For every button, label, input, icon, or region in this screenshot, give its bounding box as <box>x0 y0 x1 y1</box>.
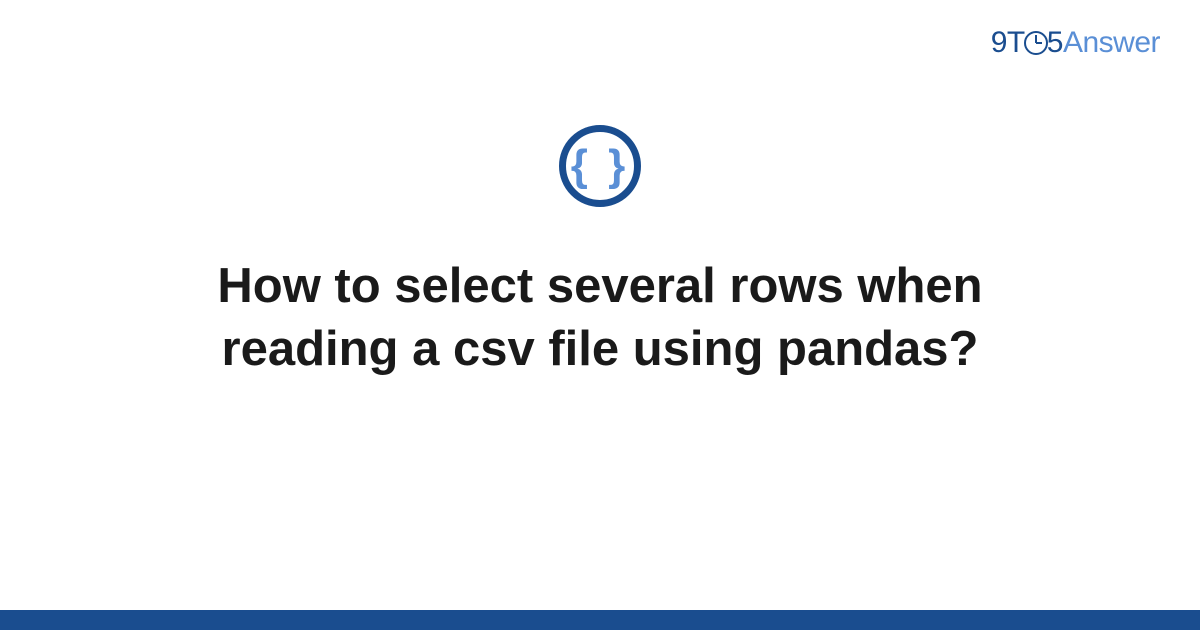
clock-icon <box>1024 31 1048 55</box>
logo-9t: 9T <box>991 26 1025 59</box>
question-title: How to select several rows when reading … <box>100 255 1100 380</box>
logo-5: 5 <box>1047 26 1063 59</box>
code-braces-icon: { } <box>571 144 629 188</box>
footer-bar <box>0 610 1200 630</box>
logo-answer: Answer <box>1063 26 1160 59</box>
main-content: { } How to select several rows when read… <box>0 125 1200 380</box>
category-badge: { } <box>559 125 641 207</box>
site-logo: 9T 5Answer <box>991 26 1160 60</box>
